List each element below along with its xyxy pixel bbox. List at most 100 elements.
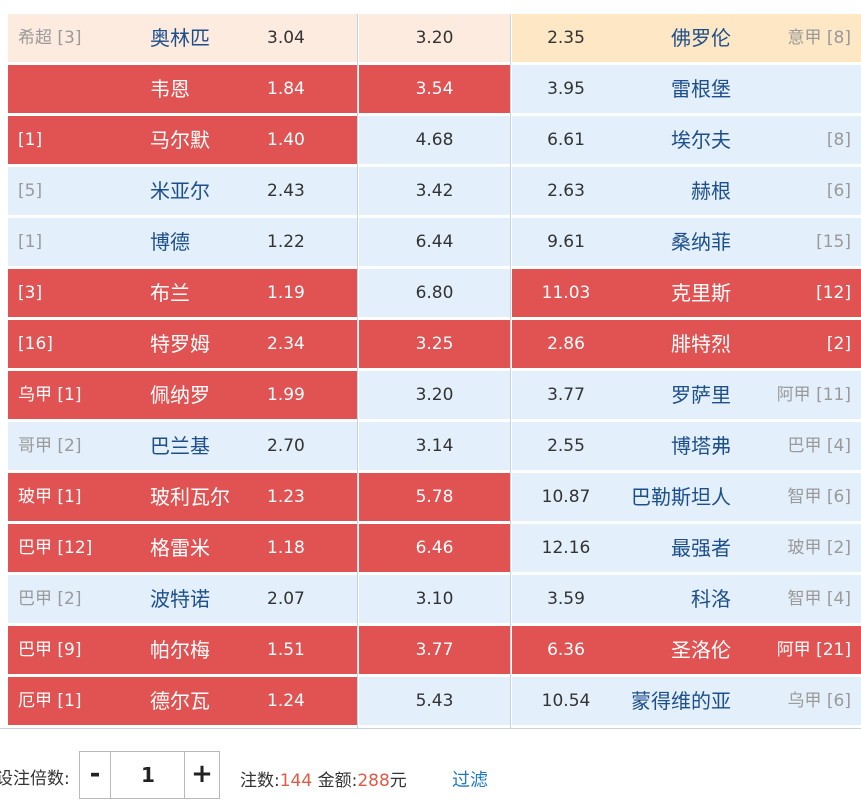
draw-option[interactable]: 3.25 [359, 320, 510, 368]
away-win-option[interactable]: 9.61 桑纳菲 [15] [512, 218, 861, 266]
away-win-odds: 11.03 [541, 283, 591, 303]
away-team-name: 佛罗伦 [671, 26, 731, 50]
away-win-option[interactable]: 3.59 科洛 智甲 [4] [512, 575, 861, 623]
away-team-name: 蒙得维的亚 [631, 689, 731, 713]
bet-summary: 注数:144 金额:288元 [240, 766, 407, 791]
match-row: 哥甲 [2] 巴兰基 2.70 3.14 2.55 博塔弗 巴甲 [4] [0, 422, 861, 473]
away-league-rank: 意甲 [8] [787, 28, 851, 48]
draw-option[interactable]: 3.54 [359, 65, 510, 113]
home-win-option[interactable]: 巴甲 [2] 波特诺 2.07 [8, 575, 357, 623]
away-win-option[interactable]: 2.63 赫根 [6] [512, 167, 861, 215]
away-win-odds: 2.86 [547, 334, 585, 354]
home-win-odds: 1.99 [267, 385, 305, 405]
draw-option[interactable]: 6.80 [359, 269, 510, 317]
away-win-option[interactable]: 3.95 雷根堡 [512, 65, 861, 113]
away-win-option[interactable]: 10.87 巴勒斯坦人 智甲 [6] [512, 473, 861, 521]
draw-option[interactable]: 3.10 [359, 575, 510, 623]
home-league-rank: 玻甲 [1] [18, 487, 82, 507]
home-win-option[interactable]: 巴甲 [9] 帕尔梅 1.51 [8, 626, 357, 674]
multiplier-stepper: - + [79, 751, 220, 799]
away-league-rank: 阿甲 [21] [776, 640, 851, 660]
match-row: 巴甲 [9] 帕尔梅 1.51 3.77 6.36 圣洛伦 阿甲 [21] [0, 626, 861, 677]
filter-link[interactable]: 过滤 [452, 766, 488, 792]
away-league-rank: 玻甲 [2] [787, 538, 851, 558]
away-league-rank: 乌甲 [6] [787, 691, 851, 711]
draw-option[interactable]: 3.42 [359, 167, 510, 215]
home-league-rank: 巴甲 [9] [18, 640, 82, 660]
home-league-rank: 巴甲 [2] [18, 589, 82, 609]
match-list: 希超 [3] 奥林匹 3.04 3.20 2.35 佛罗伦 意甲 [8] 韦恩 1.84 3.54… [0, 14, 861, 728]
match-row: [5] 米亚尔 2.43 3.42 2.63 赫根 [6] [0, 167, 861, 218]
away-league-rank: [8] [826, 130, 851, 150]
away-win-odds: 6.61 [547, 130, 585, 150]
home-team-name: 布兰 [150, 281, 190, 305]
draw-option[interactable]: 4.68 [359, 116, 510, 164]
home-win-option[interactable]: [3] 布兰 1.19 [8, 269, 357, 317]
draw-option[interactable]: 3.77 [359, 626, 510, 674]
home-league-rank: 厄甲 [1] [18, 691, 82, 711]
match-row: 厄甲 [1] 德尔瓦 1.24 5.43 10.54 蒙得维的亚 乌甲 [6] [0, 677, 861, 728]
bets-count: 144 [279, 771, 313, 791]
away-win-option[interactable]: 2.35 佛罗伦 意甲 [8] [512, 14, 861, 62]
away-win-odds: 2.63 [547, 181, 585, 201]
increase-button[interactable]: + [184, 752, 219, 798]
away-league-rank: 阿甲 [11] [776, 385, 851, 405]
away-win-option[interactable]: 11.03 克里斯 [12] [512, 269, 861, 317]
match-row: 巴甲 [12] 格雷米 1.18 6.46 12.16 最强者 玻甲 [2] [0, 524, 861, 575]
home-win-option[interactable]: [5] 米亚尔 2.43 [8, 167, 357, 215]
draw-option[interactable]: 3.14 [359, 422, 510, 470]
home-win-option[interactable]: 厄甲 [1] 德尔瓦 1.24 [8, 677, 357, 725]
home-team-name: 格雷米 [150, 536, 210, 560]
away-team-name: 圣洛伦 [671, 638, 731, 662]
draw-option[interactable]: 3.20 [359, 371, 510, 419]
away-win-option[interactable]: 6.61 埃尔夫 [8] [512, 116, 861, 164]
draw-option[interactable]: 3.20 [359, 14, 510, 62]
away-win-option[interactable]: 2.55 博塔弗 巴甲 [4] [512, 422, 861, 470]
decrease-button[interactable]: - [80, 752, 111, 798]
away-league-rank: 巴甲 [4] [787, 436, 851, 456]
away-win-odds: 2.35 [547, 28, 585, 48]
draw-odds: 6.80 [415, 283, 454, 303]
multiplier-input[interactable] [111, 752, 185, 798]
home-win-option[interactable]: [1] 博德 1.22 [8, 218, 357, 266]
home-win-option[interactable]: 哥甲 [2] 巴兰基 2.70 [8, 422, 357, 470]
home-league-rank: [5] [18, 181, 43, 201]
away-win-option[interactable]: 10.54 蒙得维的亚 乌甲 [6] [512, 677, 861, 725]
home-win-option[interactable]: [1] 马尔默 1.40 [8, 116, 357, 164]
home-win-odds: 1.51 [267, 640, 305, 660]
home-league-rank: [3] [18, 283, 43, 303]
away-win-option[interactable]: 12.16 最强者 玻甲 [2] [512, 524, 861, 572]
home-win-option[interactable]: 希超 [3] 奥林匹 3.04 [8, 14, 357, 62]
draw-odds: 6.44 [415, 232, 454, 252]
draw-odds: 3.14 [415, 436, 454, 456]
draw-option[interactable]: 5.43 [359, 677, 510, 725]
draw-option[interactable]: 6.44 [359, 218, 510, 266]
away-win-option[interactable]: 2.86 腓特烈 [2] [512, 320, 861, 368]
home-team-name: 波特诺 [150, 587, 210, 611]
match-row: 希超 [3] 奥林匹 3.04 3.20 2.35 佛罗伦 意甲 [8] [0, 14, 861, 65]
home-win-option[interactable]: 巴甲 [12] 格雷米 1.18 [8, 524, 357, 572]
home-win-option[interactable]: [16] 特罗姆 2.34 [8, 320, 357, 368]
match-row: 乌甲 [1] 佩纳罗 1.99 3.20 3.77 罗萨里 阿甲 [11] [0, 371, 861, 422]
amount-label: 金额: [312, 771, 358, 791]
home-win-odds: 2.70 [267, 436, 305, 456]
home-win-option[interactable]: 玻甲 [1] 玻利瓦尔 1.23 [8, 473, 357, 521]
home-win-odds: 1.23 [267, 487, 305, 507]
home-win-option[interactable]: 乌甲 [1] 佩纳罗 1.99 [8, 371, 357, 419]
away-team-name: 巴勒斯坦人 [631, 485, 731, 509]
home-team-name: 奥林匹 [150, 26, 210, 50]
home-win-odds: 2.43 [267, 181, 305, 201]
away-win-option[interactable]: 3.77 罗萨里 阿甲 [11] [512, 371, 861, 419]
away-league-rank: 智甲 [6] [787, 487, 851, 507]
column-divider [357, 14, 358, 728]
home-win-odds: 1.24 [267, 691, 305, 711]
home-league-rank: [16] [18, 334, 53, 354]
away-win-option[interactable]: 6.36 圣洛伦 阿甲 [21] [512, 626, 861, 674]
draw-odds: 6.46 [415, 538, 454, 558]
draw-option[interactable]: 5.78 [359, 473, 510, 521]
draw-option[interactable]: 6.46 [359, 524, 510, 572]
home-league-rank: 希超 [3] [18, 28, 82, 48]
away-team-name: 腓特烈 [671, 332, 731, 356]
home-win-option[interactable]: 韦恩 1.84 [8, 65, 357, 113]
draw-odds: 3.20 [415, 385, 454, 405]
